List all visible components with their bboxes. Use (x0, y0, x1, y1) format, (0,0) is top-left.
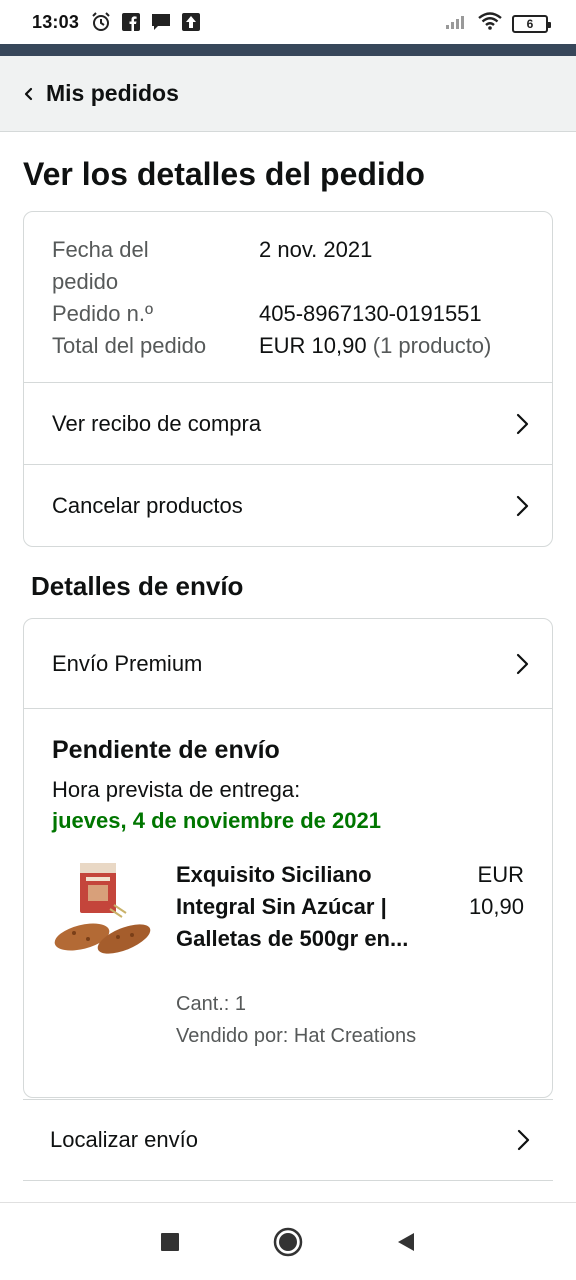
product-image[interactable] (52, 859, 154, 969)
order-number-row: Pedido n.º 405-8967130-0191551 (52, 298, 552, 330)
shipping-section-title: Detalles de envío (31, 571, 244, 601)
status-bar: 13:03 6 (0, 0, 576, 44)
status-time: 13:03 (32, 11, 80, 32)
chevron-left-icon (24, 87, 33, 100)
product-quantity: Cant.: 1 (176, 993, 247, 1015)
battery-icon: 6 (512, 14, 551, 33)
product-price: EUR 10,90 (468, 862, 524, 919)
system-nav-bar (0, 1202, 576, 1280)
home-circle-icon[interactable] (273, 1227, 303, 1257)
order-number-label: Pedido n.º (52, 301, 153, 326)
shipping-card: Envío Premium Pendiente de envío Hora pr… (23, 618, 553, 1098)
shipment-status: Pendiente de envío (52, 736, 280, 764)
order-total-row: Total del pedido EUR 10,90 (1 producto) (52, 330, 552, 362)
chevron-right-icon (516, 413, 529, 434)
back-label: Mis pedidos (46, 80, 179, 106)
product-title[interactable]: Exquisito Siciliano Integral Sin Azúcar … (176, 859, 426, 955)
eta-label: Hora prevista de entrega: (52, 777, 301, 802)
back-triangle-icon[interactable] (391, 1227, 421, 1257)
order-number-value: 405-8967130-0191551 (259, 301, 482, 326)
cancel-items-link[interactable]: Cancelar productos (24, 465, 552, 546)
eta-date: jueves, 4 de noviembre de 2021 (52, 808, 381, 833)
product-item[interactable]: Exquisito Siciliano Integral Sin Azúcar … (52, 859, 524, 1069)
back-to-orders[interactable]: Mis pedidos (0, 56, 576, 132)
shipment-details: Pendiente de envío Hora prevista de entr… (24, 709, 552, 1069)
status-icons-left (91, 12, 201, 32)
recents-square-icon[interactable] (155, 1227, 185, 1257)
facebook-icon (121, 12, 141, 32)
status-icons-right: 6 (446, 12, 551, 35)
order-total-count: (1 producto) (372, 333, 492, 358)
chevron-right-icon (516, 653, 529, 674)
order-total-value: EUR 10,90 (1 producto) (259, 330, 491, 362)
order-date-value: 2 nov. 2021 (259, 237, 373, 262)
order-summary-card: Fecha del pedido 2 nov. 2021 Pedido n.º … (23, 211, 553, 547)
order-total-amount: EUR 10,90 (259, 333, 367, 358)
product-seller: Vendido por: Hat Creations (176, 1025, 417, 1047)
message-icon (151, 12, 171, 32)
order-date-label: Fecha del pedido (52, 237, 149, 294)
order-total-label: Total del pedido (52, 333, 207, 358)
shipping-method-label: Envío Premium (52, 650, 203, 676)
shipping-method-link[interactable]: Envío Premium (24, 619, 552, 709)
signal-icon (446, 13, 468, 34)
view-receipt-link[interactable]: Ver recibo de compra (24, 383, 552, 465)
order-date-row: Fecha del pedido 2 nov. 2021 (52, 234, 552, 298)
upload-icon (181, 12, 201, 32)
order-info-block: Fecha del pedido 2 nov. 2021 Pedido n.º … (24, 212, 552, 383)
track-shipment-label: Localizar envío (50, 1127, 198, 1152)
chevron-right-icon (517, 1129, 530, 1151)
chevron-right-icon (516, 495, 529, 517)
view-receipt-label: Ver recibo de compra (52, 410, 262, 436)
track-shipment-link[interactable]: Localizar envío (23, 1099, 553, 1181)
wifi-icon (478, 12, 502, 35)
alarm-icon (91, 12, 111, 32)
app-top-strip (0, 44, 576, 56)
page-title: Ver los detalles del pedido (23, 156, 425, 192)
cancel-items-label: Cancelar productos (52, 493, 243, 518)
